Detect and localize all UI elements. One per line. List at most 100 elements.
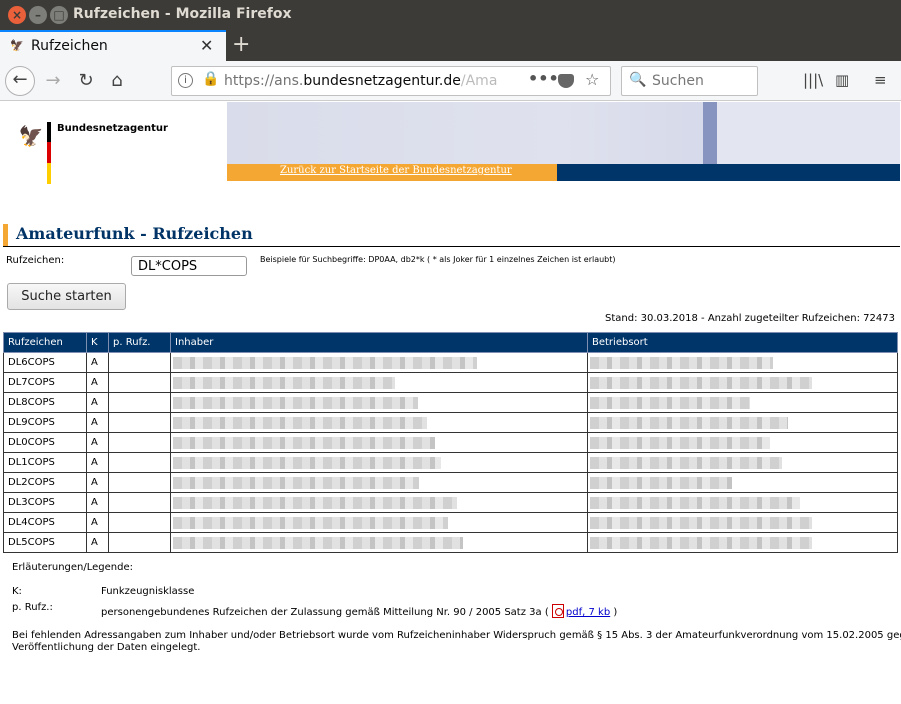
cell-inhaber-redacted xyxy=(170,432,588,453)
table-row: DL1COPS A xyxy=(3,452,898,473)
bookmark-star-icon[interactable]: ☆ xyxy=(585,70,599,89)
tab-close-icon[interactable]: ✕ xyxy=(200,36,213,55)
legend-p-key: p. Rufz.: xyxy=(12,602,53,613)
cell-betriebsort-redacted xyxy=(587,412,898,433)
cell-k: A xyxy=(86,372,109,393)
cell-inhaber-redacted xyxy=(170,352,588,373)
cell-betriebsort-redacted xyxy=(587,532,898,553)
cell-prufz xyxy=(108,392,171,413)
home-button[interactable]: ⌂ xyxy=(102,66,132,96)
table-row: DL9COPS A xyxy=(3,412,898,433)
url-text[interactable]: https://ans.bundesnetzagentur.de/Ama xyxy=(224,73,497,89)
eagle-favicon-icon: 🦅 xyxy=(10,39,24,52)
pocket-icon[interactable] xyxy=(558,74,574,88)
home-link[interactable]: Zurück zur Startseite der Bundesnetzagen… xyxy=(280,165,512,176)
search-bar[interactable]: 🔍 Suchen xyxy=(621,66,758,96)
cell-betriebsort-redacted xyxy=(587,352,898,373)
cell-inhaber-redacted xyxy=(170,532,588,553)
cell-callsign: DL9COPS xyxy=(3,412,87,433)
window-title: Rufzeichen - Mozilla Firefox xyxy=(73,6,292,22)
reload-button[interactable]: ↻ xyxy=(71,66,101,96)
cell-prufz xyxy=(108,432,171,453)
cell-callsign: DL1COPS xyxy=(3,452,87,473)
cell-k: A xyxy=(86,432,109,453)
cell-prufz xyxy=(108,492,171,513)
cell-betriebsort-redacted xyxy=(587,512,898,533)
cell-prufz xyxy=(108,472,171,493)
navigation-toolbar: ← → ↻ ⌂ i 🔒 https://ans.bundesnetzagentu… xyxy=(0,61,901,101)
lock-icon[interactable]: 🔒 xyxy=(202,71,219,87)
cell-callsign: DL3COPS xyxy=(3,492,87,513)
page-title: Amateurfunk - Rufzeichen xyxy=(16,224,253,243)
cell-inhaber-redacted xyxy=(170,512,588,533)
cell-callsign: DL7COPS xyxy=(3,372,87,393)
cell-k: A xyxy=(86,352,109,373)
status-text: Stand: 30.03.2018 - Anzahl zugeteilter R… xyxy=(604,313,895,324)
cell-inhaber-redacted xyxy=(170,492,588,513)
legend-k-key: K: xyxy=(12,586,22,597)
tab-title: Rufzeichen xyxy=(31,38,108,54)
window-minimize-button[interactable]: – xyxy=(29,6,47,24)
legend-p-value: personengebundenes Rufzeichen der Zulass… xyxy=(101,607,549,618)
legend-note-line2: Veröffentlichung der Daten eingelegt. xyxy=(12,642,201,653)
search-placeholder: Suchen xyxy=(652,73,704,89)
cell-inhaber-redacted xyxy=(170,372,588,393)
table-row: DL2COPS A xyxy=(3,472,898,493)
info-icon[interactable]: i xyxy=(178,73,193,88)
page-actions-icon[interactable]: ••• xyxy=(528,69,559,88)
table-row: DL8COPS A xyxy=(3,392,898,413)
cell-inhaber-redacted xyxy=(170,392,588,413)
legend-note-line1: Bei fehlenden Adressangaben zum Inhaber … xyxy=(12,630,901,641)
header-banner xyxy=(227,102,900,164)
cell-betriebsort-redacted xyxy=(587,392,898,413)
new-tab-button[interactable]: + xyxy=(232,32,250,57)
cell-prufz xyxy=(108,452,171,473)
forward-button[interactable]: → xyxy=(38,66,68,96)
cell-betriebsort-redacted xyxy=(587,452,898,473)
legend-title: Erläuterungen/Legende: xyxy=(12,562,133,573)
callsign-input[interactable] xyxy=(131,256,247,276)
tab-rufzeichen[interactable]: 🦅 Rufzeichen ✕ xyxy=(0,30,226,61)
table-row: DL4COPS A xyxy=(3,512,898,533)
legend-p-row: personengebundenes Rufzeichen der Zulass… xyxy=(101,604,617,618)
cell-callsign: DL2COPS xyxy=(3,472,87,493)
table-header-row: Rufzeichen K p. Rufz. Inhaber Betriebsor… xyxy=(3,332,898,353)
cell-k: A xyxy=(86,512,109,533)
eagle-logo-icon: 🦅 xyxy=(18,124,44,148)
pdf-icon[interactable] xyxy=(551,604,564,618)
flag-stripe xyxy=(47,122,51,184)
cell-callsign: DL4COPS xyxy=(3,512,87,533)
pdf-link[interactable]: pdf, 7 kb xyxy=(566,607,610,618)
library-icon[interactable]: |||\ xyxy=(803,71,823,89)
search-button[interactable]: Suche starten xyxy=(7,283,126,310)
cell-prufz xyxy=(108,532,171,553)
cell-callsign: DL0COPS xyxy=(3,432,87,453)
window-titlebar: × – □ Rufzeichen - Mozilla Firefox xyxy=(0,0,901,30)
cell-k: A xyxy=(86,532,109,553)
window-maximize-button[interactable]: □ xyxy=(50,6,68,24)
cell-inhaber-redacted xyxy=(170,412,588,433)
col-header-rufzeichen: Rufzeichen xyxy=(3,332,87,353)
col-header-betriebsort: Betriebsort xyxy=(587,332,898,353)
table-row: DL6COPS A xyxy=(3,352,898,373)
sidebar-icon[interactable]: ▥ xyxy=(835,71,849,89)
cell-callsign: DL6COPS xyxy=(3,352,87,373)
cell-prufz xyxy=(108,372,171,393)
url-bar[interactable]: i 🔒 https://ans.bundesnetzagentur.de/Ama… xyxy=(171,66,611,96)
col-header-k: K xyxy=(86,332,109,353)
back-button[interactable]: ← xyxy=(5,66,35,96)
cell-callsign: DL5COPS xyxy=(3,532,87,553)
window-close-button[interactable]: × xyxy=(8,6,26,24)
col-header-inhaber: Inhaber xyxy=(170,332,588,353)
search-hint: Beispiele für Suchbegriffe: DP0AA, db2*k… xyxy=(260,255,616,264)
table-row: DL5COPS A xyxy=(3,532,898,553)
cell-inhaber-redacted xyxy=(170,452,588,473)
cell-betriebsort-redacted xyxy=(587,432,898,453)
table-row: DL7COPS A xyxy=(3,372,898,393)
cell-betriebsort-redacted xyxy=(587,492,898,513)
menu-icon[interactable]: ≡ xyxy=(874,71,887,89)
callsign-label: Rufzeichen: xyxy=(6,255,65,266)
logo-text: Bundesnetzagentur xyxy=(57,123,168,134)
table-row: DL0COPS A xyxy=(3,432,898,453)
blue-nav-bar xyxy=(557,164,900,181)
